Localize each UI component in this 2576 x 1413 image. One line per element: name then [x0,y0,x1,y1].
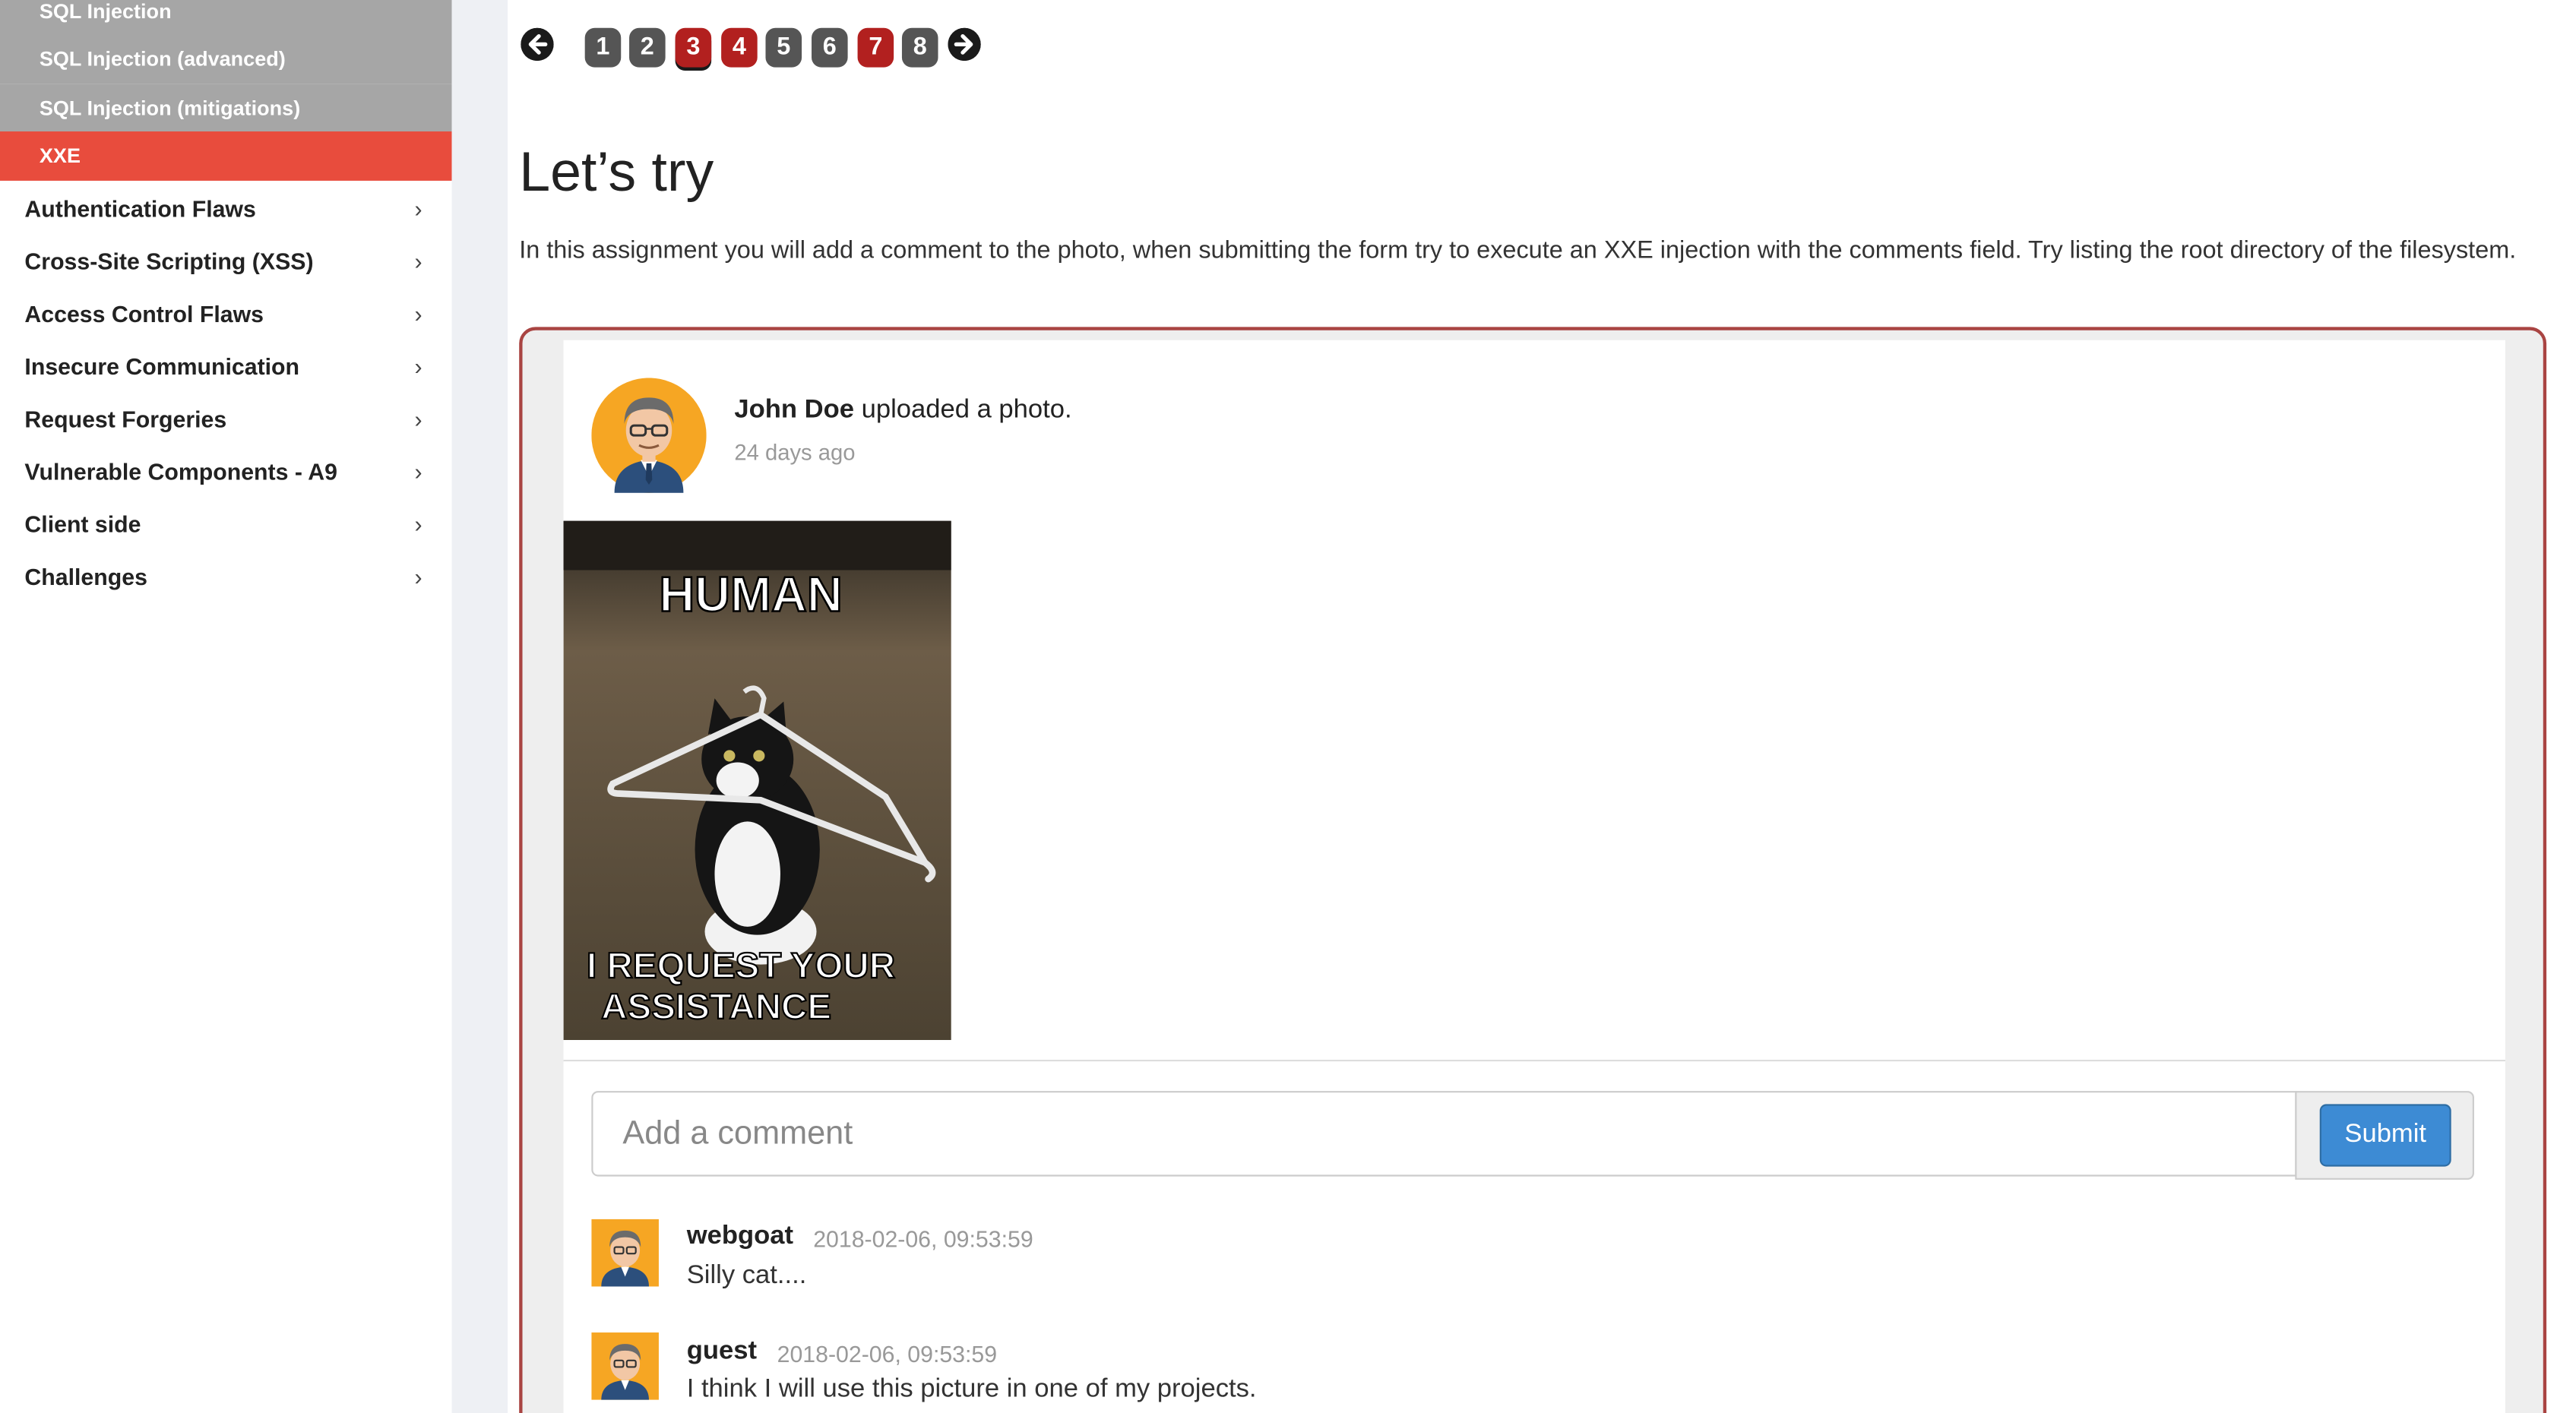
sidebar-subitem-sql-injection-mitigations[interactable]: SQL Injection (mitigations) [0,84,452,134]
submit-button[interactable]: Submit [2319,1104,2451,1167]
sidebar-item-label: Access Control Flaws [24,300,264,327]
sidebar-item-insecure-communication[interactable]: Insecure Communication › [0,340,452,393]
page-title: Let’s try [519,141,714,204]
photo-caption-bottom-2: ASSISTANCE [601,987,831,1027]
page-button-2[interactable]: 2 [629,27,666,68]
sidebar-item-vulnerable-components[interactable]: Vulnerable Components - A9 › [0,445,452,498]
chevron-right-icon: › [414,248,422,275]
sidebar-item-access-control-flaws[interactable]: Access Control Flaws › [0,287,452,340]
sidebar-item-challenges[interactable]: Challenges › [0,551,452,603]
lesson-intro: In this assignment you will add a commen… [519,236,2517,265]
arrow-left-circle-icon[interactable] [521,27,554,62]
comment-user[interactable]: webgoat [687,1222,793,1252]
chevron-right-icon: › [414,563,422,590]
sidebar-item-label: Insecure Communication [24,353,300,380]
sidebar-item-label: Request Forgeries [24,406,227,432]
sidebar-item-label: Authentication Flaws [24,195,256,222]
sidebar-item-label: Vulnerable Components - A9 [24,458,337,485]
sidebar-item-xss[interactable]: Cross-Site Scripting (XSS) › [0,235,452,287]
comment-text: I think I will use this picture in one o… [686,1375,1257,1404]
chevron-right-icon: › [414,300,422,327]
page-button-1[interactable]: 1 [584,27,622,68]
post-action: uploaded a photo. [854,396,1072,425]
page-button-4[interactable]: 4 [721,27,758,68]
sidebar-subitem-sql-injection-advanced[interactable]: SQL Injection (advanced) [0,34,452,84]
page-button-7[interactable]: 7 [857,27,894,68]
comment-time: 2018-02-06, 09:53:59 [813,1225,1033,1253]
page: SQL Injection SQL Injection (advanced) S… [0,0,2576,1413]
poster-name[interactable]: John Doe [734,396,854,424]
page-button-5[interactable]: 5 [765,27,802,68]
page-button-3[interactable]: 3 [675,27,712,68]
sidebar-item-label: Cross-Site Scripting (XSS) [24,248,314,275]
content-gutter [451,0,508,1413]
chevron-right-icon: › [414,353,422,380]
comment-avatar [591,1219,659,1287]
photo-caption-bottom-1: I REQUEST YOUR [587,946,895,986]
sidebar-subitem-sql-injection[interactable]: SQL Injection [0,0,452,36]
comment-avatar [591,1332,659,1400]
sidebar-item-client-side[interactable]: Client side › [0,498,452,550]
comment-user[interactable]: guest [687,1338,757,1367]
sidebar-item-label: Client side [24,511,141,538]
arrow-right-circle-icon[interactable] [948,27,981,62]
comment-input[interactable] [591,1091,2297,1177]
chevron-right-icon: › [414,458,422,485]
photo-caption-top: HUMAN [659,567,842,622]
post-time: 24 days ago [734,440,856,466]
chevron-right-icon: › [414,511,422,538]
page-button-8[interactable]: 8 [901,27,938,68]
sidebar-item-authentication-flaws[interactable]: Authentication Flaws › [0,182,452,235]
post-header: John Doe uploaded a photo. [734,396,1071,425]
submit-addon: Submit [2295,1091,2474,1180]
chevron-right-icon: › [414,406,422,432]
comment-text: Silly cat.... [686,1262,807,1290]
sidebar-item-request-forgeries[interactable]: Request Forgeries › [0,393,452,445]
sidebar-item-label: Challenges [24,563,147,590]
divider [563,1060,2506,1062]
poster-avatar [591,378,707,493]
sidebar-subitem-xxe[interactable]: XXE [0,131,452,181]
cat-photo: HUMAN I REQUEST YOUR ASSISTANCE [563,520,951,1041]
sidebar: SQL Injection SQL Injection (advanced) S… [0,0,452,1413]
chevron-right-icon: › [414,195,422,222]
page-button-6[interactable]: 6 [812,27,848,68]
comment-time: 2018-02-06, 09:53:59 [777,1340,998,1367]
